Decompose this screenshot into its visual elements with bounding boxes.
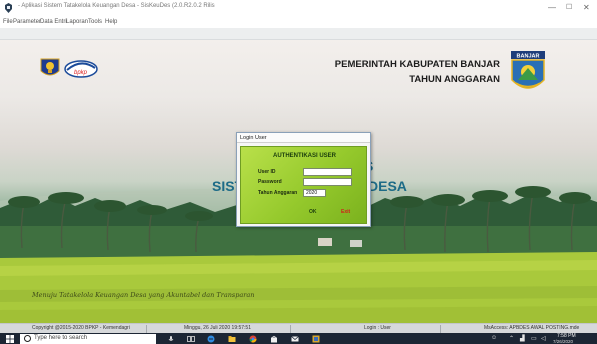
windows-start-icon[interactable]: [6, 335, 14, 343]
menu-data-entri[interactable]: Data Entri: [40, 19, 67, 25]
motto-text: Menuju Tatakelola Keuangan Desa yang Aku…: [32, 291, 255, 299]
budget-year-title: TAHUN ANGGARAN: [409, 74, 500, 85]
bpkp-logo: bpkp: [64, 60, 98, 78]
bpkp-logo-text: bpkp: [74, 70, 88, 76]
microphone-icon[interactable]: [167, 335, 175, 343]
siskeudes-taskbar-icon[interactable]: [312, 335, 320, 343]
taskbar-search-box[interactable]: Type here to search: [20, 334, 156, 344]
menu-file[interactable]: File: [3, 19, 13, 25]
menu-bar: File Parameter Data Entri Laporan Tools …: [0, 18, 597, 28]
user-id-label: User ID: [258, 169, 276, 175]
government-title: PEMERINTAH KABUPATEN BANJAR: [334, 59, 500, 70]
store-icon[interactable]: [270, 335, 278, 343]
search-icon: [24, 335, 31, 342]
budget-year-label: Tahun Anggaran: [258, 190, 298, 196]
window-titlebar: - Aplikasi Sistem Tatakelola Keuangan De…: [0, 0, 597, 18]
login-dialog-title: Login User: [240, 135, 267, 141]
file-explorer-icon[interactable]: [228, 335, 236, 343]
maximize-button[interactable]: ☐: [566, 3, 572, 13]
network-icon[interactable]: ▟: [520, 335, 525, 342]
battery-icon[interactable]: ▭: [531, 335, 537, 342]
tray-expand-icon[interactable]: ⌃: [509, 335, 514, 342]
status-separator: [146, 325, 147, 333]
clock-date[interactable]: 7/26/2020: [553, 339, 573, 344]
chrome-browser-icon[interactable]: [249, 335, 257, 343]
login-form-panel: AUTHENTIKASI USER User ID Password Tahun…: [240, 146, 367, 224]
volume-icon[interactable]: ◁: [541, 335, 546, 342]
user-id-input[interactable]: [303, 168, 352, 176]
auth-heading: AUTHENTIKASI USER: [272, 153, 336, 159]
menu-parameter[interactable]: Parameter: [13, 19, 41, 25]
login-dialog-titlebar[interactable]: Login User: [237, 133, 370, 143]
task-view-icon[interactable]: [187, 335, 195, 343]
status-copyright: Copyright @2015-2020 BPKP - Kemendagri: [32, 325, 130, 331]
login-dialog: Login User AUTHENTIKASI USER User ID Pas…: [236, 132, 371, 227]
banjar-regency-emblem: BANJAR: [511, 51, 545, 89]
menu-help[interactable]: Help: [105, 19, 117, 25]
password-input[interactable]: [303, 178, 352, 186]
edge-browser-icon[interactable]: [207, 335, 215, 343]
window-title: - Aplikasi Sistem Tatakelola Keuangan De…: [18, 3, 215, 9]
menu-laporan[interactable]: Laporan: [66, 19, 88, 25]
budget-year-input[interactable]: [303, 189, 326, 197]
status-login: Login : User: [364, 325, 391, 331]
app-icon: [5, 3, 12, 13]
taskbar: Type here to search ☺ ⌃ ▟ ▭ ◁ 7:58 PM 7/…: [0, 333, 597, 344]
emblem-label: BANJAR: [517, 54, 540, 60]
kemendagri-logo: [40, 58, 60, 76]
close-button[interactable]: ✕: [583, 3, 590, 13]
toolbar: [0, 28, 597, 40]
status-datetime: Minggu, 26 Juli 2020 19:57:51: [184, 325, 251, 331]
exit-button[interactable]: Exit: [341, 209, 350, 215]
status-database: MsAccess: APBDES AWAL POSTING.mde: [484, 325, 580, 331]
search-placeholder: Type here to search: [34, 335, 88, 341]
status-separator: [290, 325, 291, 333]
ok-button[interactable]: OK: [309, 209, 317, 215]
background-app-name-right: DESA: [368, 178, 407, 194]
status-bar: Copyright @2015-2020 BPKP - Kemendagri M…: [0, 323, 597, 333]
password-label: Password: [258, 179, 282, 185]
people-icon[interactable]: ☺: [491, 335, 497, 341]
minimize-button[interactable]: —: [548, 3, 556, 13]
status-separator: [440, 325, 441, 333]
menu-tools[interactable]: Tools: [88, 19, 102, 25]
mail-icon[interactable]: [291, 335, 299, 343]
